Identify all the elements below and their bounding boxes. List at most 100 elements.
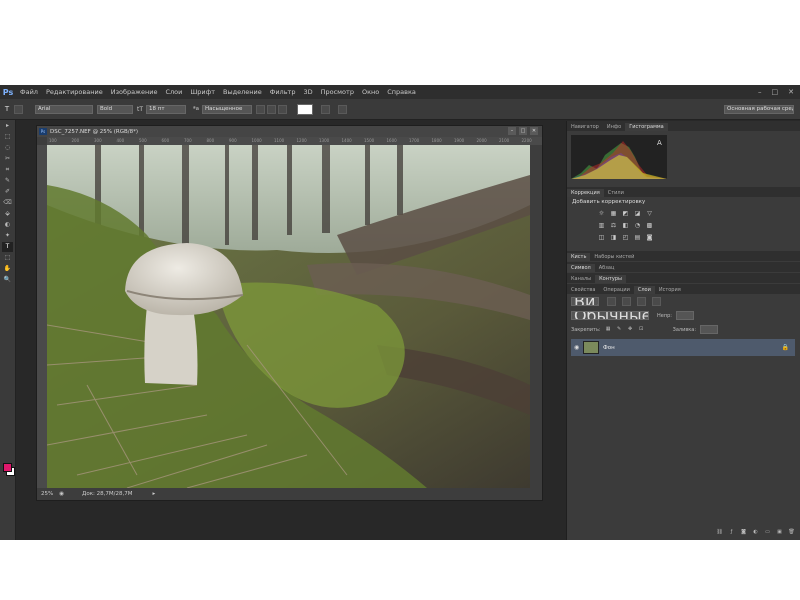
warp-text-button[interactable]	[321, 104, 330, 114]
pencil-tool-icon[interactable]: ✐	[2, 187, 13, 197]
vibrance-icon[interactable]: ▽	[645, 209, 654, 218]
filter-shape-button[interactable]	[652, 297, 661, 306]
doc-maximize-button[interactable]: □	[519, 127, 527, 135]
tab-styles[interactable]: Стили	[604, 189, 628, 197]
opacity-field[interactable]	[675, 311, 694, 320]
font-family-select[interactable]: Arial	[35, 104, 93, 114]
selective-color-icon[interactable]: ◙	[645, 233, 654, 242]
photo-filter-icon[interactable]: ◔	[633, 221, 642, 230]
gradient-tool-icon[interactable]: ⬙	[2, 209, 13, 219]
doc-minimize-button[interactable]: –	[508, 127, 516, 135]
hand-tool-icon[interactable]: ✋	[2, 264, 13, 274]
type-tool-icon[interactable]: T	[0, 105, 14, 113]
tab-character[interactable]: Символ	[567, 264, 595, 272]
orientation-toggle-button[interactable]	[14, 104, 23, 114]
add-mask-icon[interactable]: ◙	[740, 529, 747, 536]
filter-type-button[interactable]	[637, 297, 646, 306]
status-arrow-icon[interactable]: ▸	[152, 491, 155, 497]
lock-transparent-icon[interactable]: ▦	[605, 326, 612, 333]
filter-pixel-button[interactable]	[607, 297, 616, 306]
tab-paragraph[interactable]: Абзац	[595, 264, 619, 272]
shape-tool-icon[interactable]: ⬚	[2, 253, 13, 263]
tab-paths[interactable]: Контуры	[595, 275, 626, 283]
exposure-icon[interactable]: ◪	[633, 209, 642, 218]
color-balance-icon[interactable]: ⚖	[609, 221, 618, 230]
menu-select[interactable]: Выделение	[219, 88, 266, 96]
new-layer-icon[interactable]: ▣	[776, 529, 783, 536]
align-left-button[interactable]	[256, 104, 265, 114]
menu-image[interactable]: Изображение	[107, 88, 162, 96]
menu-3d[interactable]: 3D	[299, 88, 316, 96]
doc-close-button[interactable]: ✕	[530, 127, 538, 135]
lock-brush-icon[interactable]: ✎	[616, 326, 623, 333]
layer-kind-select[interactable]: Вид	[571, 297, 599, 306]
tab-brush[interactable]: Кисть	[567, 253, 591, 261]
menu-type[interactable]: Шрифт	[186, 88, 219, 96]
tab-properties[interactable]: Свойства	[567, 286, 599, 294]
tab-actions[interactable]: Операции	[599, 286, 633, 294]
font-style-select[interactable]: Bold	[97, 104, 133, 114]
pen-tool-icon[interactable]: ✦	[2, 231, 13, 241]
workspace-select[interactable]: Основная рабочая среда	[724, 104, 794, 114]
levels-icon[interactable]: ▦	[609, 209, 618, 218]
layer-row-background[interactable]: ◉ Фон 🔒	[571, 339, 795, 356]
eye-icon[interactable]: ◉	[574, 344, 579, 351]
minimize-button[interactable]: –	[758, 88, 762, 96]
foreground-color-swatch[interactable]	[3, 463, 12, 472]
new-group-icon[interactable]: ▭	[764, 529, 771, 536]
brush-tool-icon[interactable]: ✎	[2, 176, 13, 186]
tab-navigator[interactable]: Навигатор	[567, 123, 603, 131]
fx-icon[interactable]: ƒ	[728, 529, 735, 536]
slice-tool-icon[interactable]: ⌗	[2, 165, 13, 175]
adjustment-layer-icon[interactable]: ◐	[752, 529, 759, 536]
fill-field[interactable]	[700, 325, 719, 334]
align-right-button[interactable]	[278, 104, 287, 114]
tab-info[interactable]: Инфо	[603, 123, 625, 131]
trash-icon[interactable]: 🗑	[788, 529, 795, 536]
tab-adjustments[interactable]: Коррекция	[567, 189, 604, 197]
tab-histogram[interactable]: Гистограмма	[625, 123, 668, 131]
lock-all-icon[interactable]: ⊡	[638, 326, 645, 333]
marquee-tool-icon[interactable]: ⬚	[2, 132, 13, 142]
eraser-tool-icon[interactable]: ⌫	[2, 198, 13, 208]
move-tool-icon[interactable]: ▸	[2, 121, 13, 131]
filter-adjust-button[interactable]	[622, 297, 631, 306]
tab-history[interactable]: История	[655, 286, 685, 294]
brightness-icon[interactable]: ☼	[597, 209, 606, 218]
lock-move-icon[interactable]: ✥	[627, 326, 634, 333]
invert-icon[interactable]: ◫	[597, 233, 606, 242]
link-layers-icon[interactable]: ⛓	[716, 529, 723, 536]
black-white-icon[interactable]: ◧	[621, 221, 630, 230]
font-size-field[interactable]: 18 пт	[146, 104, 187, 114]
status-menu-icon[interactable]: ◉	[59, 491, 64, 497]
posterize-icon[interactable]: ◨	[609, 233, 618, 242]
menu-file[interactable]: Файл	[16, 88, 42, 96]
menu-window[interactable]: Окно	[358, 88, 383, 96]
tab-brush-presets[interactable]: Наборы кистей	[590, 253, 638, 261]
menu-filter[interactable]: Фильтр	[266, 88, 300, 96]
menu-help[interactable]: Справка	[383, 88, 420, 96]
gradient-map-icon[interactable]: ▤	[633, 233, 642, 242]
crop-tool-icon[interactable]: ✂	[2, 154, 13, 164]
type-tool-icon[interactable]: T	[2, 242, 13, 252]
channel-mixer-icon[interactable]: ▩	[645, 221, 654, 230]
dodge-tool-icon[interactable]: ◐	[2, 220, 13, 230]
zoom-tool-icon[interactable]: 🔍	[2, 275, 13, 285]
lasso-tool-icon[interactable]: ◌	[2, 143, 13, 153]
menu-edit[interactable]: Редактирование	[42, 88, 107, 96]
menu-layers[interactable]: Слои	[161, 88, 186, 96]
close-button[interactable]: ✕	[788, 88, 794, 96]
tab-layers[interactable]: Слои	[633, 286, 655, 294]
threshold-icon[interactable]: ◰	[621, 233, 630, 242]
document-tab[interactable]: Ps DSC_7257.NEF @ 25% (RGB/8*) – □ ✕	[37, 126, 542, 137]
maximize-button[interactable]: □	[772, 88, 779, 96]
zoom-level[interactable]: 25%	[41, 491, 53, 497]
hue-saturation-icon[interactable]: ▥	[597, 221, 606, 230]
blend-mode-select[interactable]: Обычные	[571, 311, 649, 320]
curves-icon[interactable]: ◩	[621, 209, 630, 218]
char-panel-button[interactable]	[338, 104, 347, 114]
text-color-swatch[interactable]	[297, 103, 313, 115]
tab-channels[interactable]: Каналы	[567, 275, 595, 283]
menu-view[interactable]: Просмотр	[317, 88, 358, 96]
align-center-button[interactable]	[267, 104, 276, 114]
